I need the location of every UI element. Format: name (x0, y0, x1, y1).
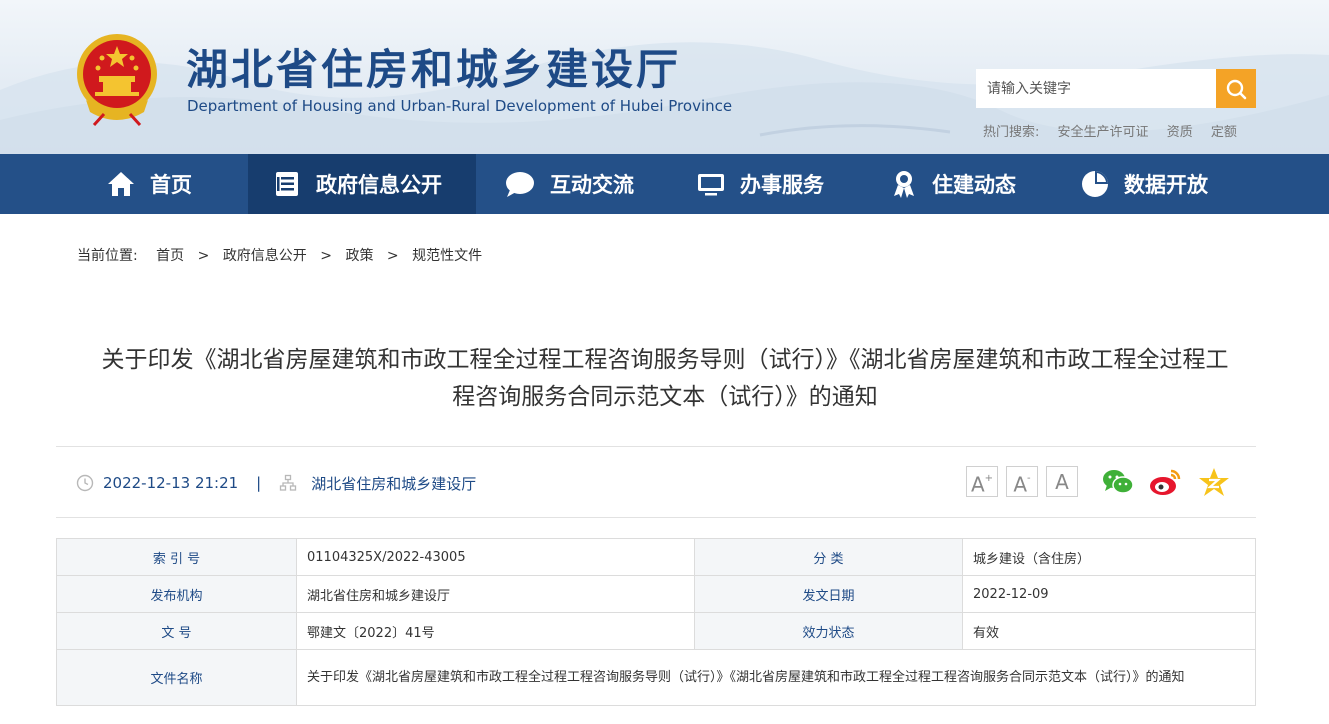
table-row: 发布机构 湖北省住房和城乡建设厅 发文日期 2022-12-09 (56, 575, 1256, 613)
main-nav: 首页 政府信息公开 互动交流 办事服务 住建动态 数据开放 (0, 154, 1329, 214)
breadcrumb-gov-info[interactable]: 政府信息公开 (223, 248, 307, 264)
index-value: 01104325X/2022-43005 (296, 538, 695, 576)
doc-number-label: 文 号 (56, 612, 297, 650)
nav-item-home[interactable]: 首页 (106, 154, 192, 214)
publish-datetime: 2022-12-13 21:21 (103, 474, 239, 492)
minus-icon: - (1027, 473, 1031, 484)
article-title: 关于印发《湖北省房屋建筑和市政工程全过程工程咨询服务导则（试行）》《湖北省房屋建… (55, 342, 1275, 416)
publisher-label: 发布机构 (56, 575, 297, 613)
nav-label: 办事服务 (740, 173, 824, 197)
issue-date-label: 发文日期 (694, 575, 963, 613)
nav-label: 首页 (150, 173, 192, 197)
nav-item-gov-info[interactable]: 政府信息公开 (248, 154, 476, 214)
home-icon (108, 172, 134, 196)
divider-top (56, 446, 1256, 447)
hot-keyword-quota[interactable]: 定额 (1211, 125, 1237, 140)
award-ribbon-icon (894, 171, 914, 198)
nav-item-services[interactable]: 办事服务 (696, 154, 824, 214)
nav-label: 住建动态 (932, 173, 1016, 197)
hot-search: 热门搜索: 安全生产许可证 资质 定额 (983, 121, 1251, 140)
breadcrumb-home[interactable]: 首页 (156, 248, 184, 264)
breadcrumb-label: 当前位置: (77, 248, 138, 264)
national-emblem-icon (77, 34, 157, 126)
article-title-line-2: 程咨询服务合同示范文本（试行）》的通知 (452, 384, 878, 410)
divider-bottom (56, 517, 1256, 518)
search-button[interactable] (1216, 69, 1256, 108)
nav-label: 数据开放 (1124, 173, 1208, 197)
clock-icon (76, 474, 94, 492)
meta-divider: | (256, 474, 262, 492)
nav-item-open-data[interactable]: 数据开放 (1080, 154, 1208, 214)
search-icon (1226, 79, 1247, 99)
publisher-value: 湖北省住房和城乡建设厅 (296, 575, 695, 613)
breadcrumb-separator: > (197, 248, 210, 264)
document-info-table: 索 引 号 01104325X/2022-43005 分 类 城乡建设（含住房）… (56, 538, 1256, 706)
plus-icon: + (984, 473, 994, 484)
article-meta: 2022-12-13 21:21 | 湖北省住房和城乡建设厅 (76, 472, 476, 494)
search-box (976, 69, 1256, 108)
category-label: 分 类 (694, 538, 963, 576)
font-increase-button[interactable]: A+ (966, 466, 998, 497)
status-value: 有效 (962, 612, 1256, 650)
site-title: 湖北省住房和城乡建设厅 (186, 45, 682, 94)
status-label: 效力状态 (694, 612, 963, 650)
pie-chart-icon (1082, 171, 1108, 197)
organization-icon (280, 474, 297, 491)
doc-name-label: 文件名称 (56, 649, 297, 706)
breadcrumb-normative-docs[interactable]: 规范性文件 (412, 248, 482, 264)
font-default-button[interactable]: A (1046, 466, 1078, 497)
table-row: 索 引 号 01104325X/2022-43005 分 类 城乡建设（含住房） (56, 538, 1256, 576)
breadcrumb-separator: > (320, 248, 332, 264)
nav-item-interaction[interactable]: 互动交流 (504, 154, 634, 214)
table-row: 文 号 鄂建文〔2022〕41号 效力状态 有效 (56, 612, 1256, 650)
qzone-share-icon[interactable] (1198, 467, 1230, 497)
site-header: 湖北省住房和城乡建设厅 Department of Housing and Ur… (0, 0, 1329, 154)
document-list-icon (276, 172, 298, 196)
breadcrumb-separator: > (386, 248, 399, 264)
breadcrumb: 当前位置: 首页 > 政府信息公开 > 政策 > 规范性文件 (77, 245, 482, 265)
wechat-share-icon[interactable] (1102, 467, 1134, 497)
nav-label: 政府信息公开 (316, 173, 442, 197)
font-decrease-button[interactable]: A- (1006, 466, 1038, 497)
nav-item-news[interactable]: 住建动态 (890, 154, 1016, 214)
hot-search-label: 热门搜索: (983, 125, 1040, 140)
issue-date-value: 2022-12-09 (962, 575, 1256, 613)
article-title-line-1: 关于印发《湖北省房屋建筑和市政工程全过程工程咨询服务导则（试行）》《湖北省房屋建… (101, 347, 1229, 373)
chat-bubble-icon (506, 172, 534, 197)
search-input[interactable] (976, 69, 1216, 108)
nav-label: 互动交流 (550, 173, 634, 197)
site-subtitle: Department of Housing and Urban-Rural De… (187, 97, 733, 115)
monitor-icon (698, 174, 724, 196)
hot-keyword-qualification[interactable]: 资质 (1167, 125, 1193, 140)
breadcrumb-policy[interactable]: 政策 (345, 248, 373, 264)
hot-keyword-license[interactable]: 安全生产许可证 (1058, 125, 1149, 140)
table-row: 文件名称 关于印发《湖北省房屋建筑和市政工程全过程工程咨询服务导则（试行）》《湖… (56, 649, 1256, 706)
index-label: 索 引 号 (56, 538, 297, 576)
doc-name-value: 关于印发《湖北省房屋建筑和市政工程全过程工程咨询服务导则（试行）》《湖北省房屋建… (296, 649, 1256, 706)
article-source: 湖北省住房和城乡建设厅 (311, 474, 477, 493)
weibo-share-icon[interactable] (1149, 467, 1181, 497)
doc-number-value: 鄂建文〔2022〕41号 (296, 612, 695, 650)
category-value: 城乡建设（含住房） (962, 538, 1256, 576)
